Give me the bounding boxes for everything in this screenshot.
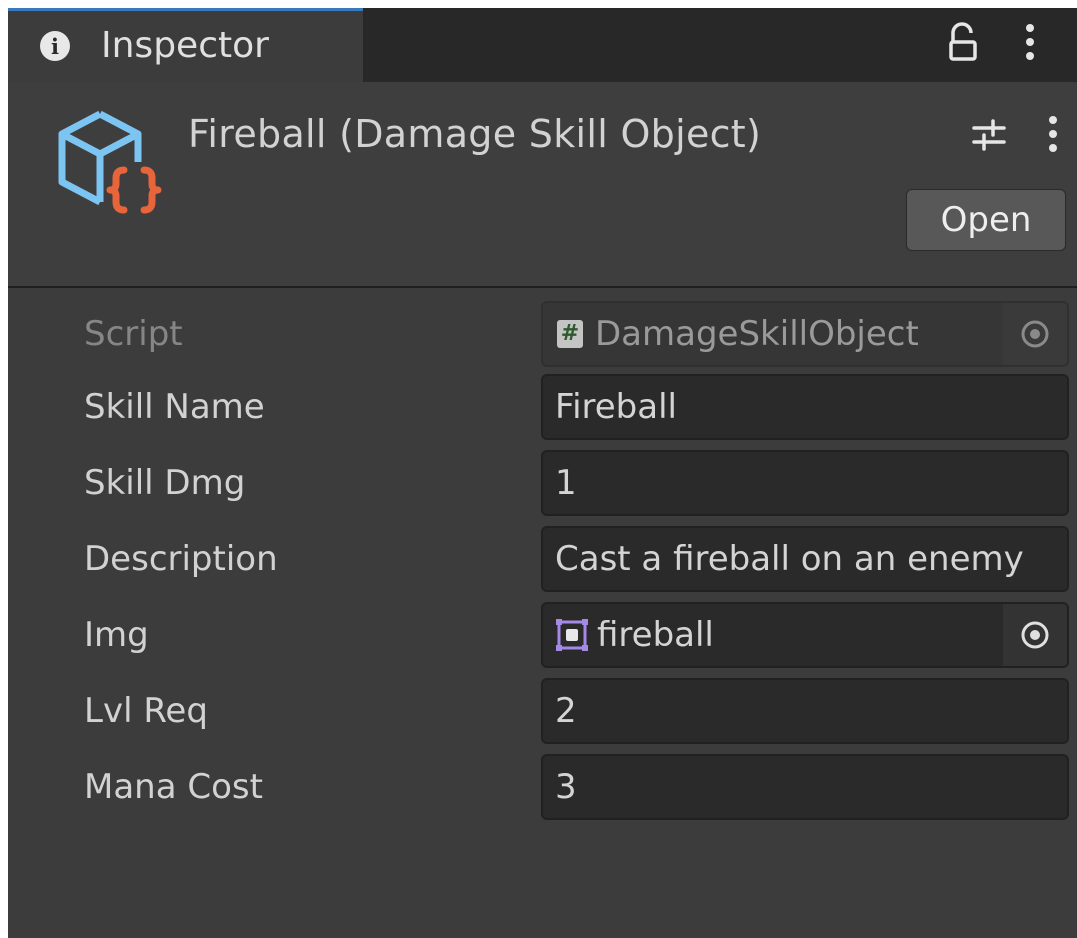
open-button[interactable]: Open: [906, 189, 1066, 251]
property-label-lvl-req: Lvl Req: [84, 691, 208, 731]
tab-bar: i Inspector: [8, 8, 1077, 82]
img-object-field[interactable]: fireball: [541, 602, 1069, 668]
object-picker-button[interactable]: [1003, 303, 1067, 365]
skill-name-input[interactable]: [543, 376, 1067, 438]
script-field-value: DamageSkillObject: [595, 314, 919, 354]
vertical-ellipsis-icon[interactable]: [1043, 112, 1063, 156]
skill-dmg-field[interactable]: [541, 450, 1069, 516]
asset-title: Fireball (Damage Skill Object): [188, 112, 762, 156]
property-row-img: Img fireball: [8, 602, 1077, 668]
inspector-header: Fireball (Damage Skill Object) Open: [8, 82, 1077, 288]
property-label-skill-dmg: Skill Dmg: [84, 463, 246, 503]
property-label-img: Img: [84, 615, 149, 655]
script-field[interactable]: # DamageSkillObject: [541, 301, 1069, 367]
property-row-lvl-req: Lvl Req: [8, 678, 1077, 744]
tab-title: Inspector: [101, 25, 269, 66]
property-row-skill-name: Skill Name: [8, 374, 1077, 440]
property-row-mana-cost: Mana Cost: [8, 754, 1077, 820]
property-label-skill-name: Skill Name: [84, 387, 265, 427]
lvl-req-input[interactable]: [543, 680, 1067, 742]
property-row-description: Description: [8, 526, 1077, 592]
object-picker-button[interactable]: [1003, 604, 1067, 666]
target-circle-icon: [1021, 621, 1049, 649]
scriptable-object-icon: [58, 110, 162, 214]
mana-cost-input[interactable]: [543, 756, 1067, 818]
inspector-window: i Inspector Fireball (Damage Skill Objec…: [8, 8, 1077, 938]
property-row-skill-dmg: Skill Dmg: [8, 450, 1077, 516]
csharp-script-icon: #: [557, 320, 583, 348]
lvl-req-field[interactable]: [541, 678, 1069, 744]
tab-inspector[interactable]: i Inspector: [8, 8, 363, 82]
skill-name-field[interactable]: [541, 374, 1069, 440]
img-field-value: fireball: [597, 615, 714, 655]
target-circle-icon: [1021, 320, 1049, 348]
vertical-ellipsis-icon[interactable]: [1020, 20, 1040, 64]
property-label-script: Script: [84, 314, 183, 354]
description-field[interactable]: [541, 526, 1069, 592]
skill-dmg-input[interactable]: [543, 452, 1067, 514]
description-input[interactable]: [543, 528, 1067, 590]
info-icon: i: [40, 31, 70, 61]
mana-cost-field[interactable]: [541, 754, 1069, 820]
property-label-description: Description: [84, 539, 278, 579]
settings-sliders-icon[interactable]: [971, 118, 1007, 152]
property-row-script: Script # DamageSkillObject: [8, 301, 1077, 367]
property-label-mana-cost: Mana Cost: [84, 767, 263, 807]
sprite-icon: [556, 619, 588, 651]
lock-icon[interactable]: [948, 22, 978, 62]
